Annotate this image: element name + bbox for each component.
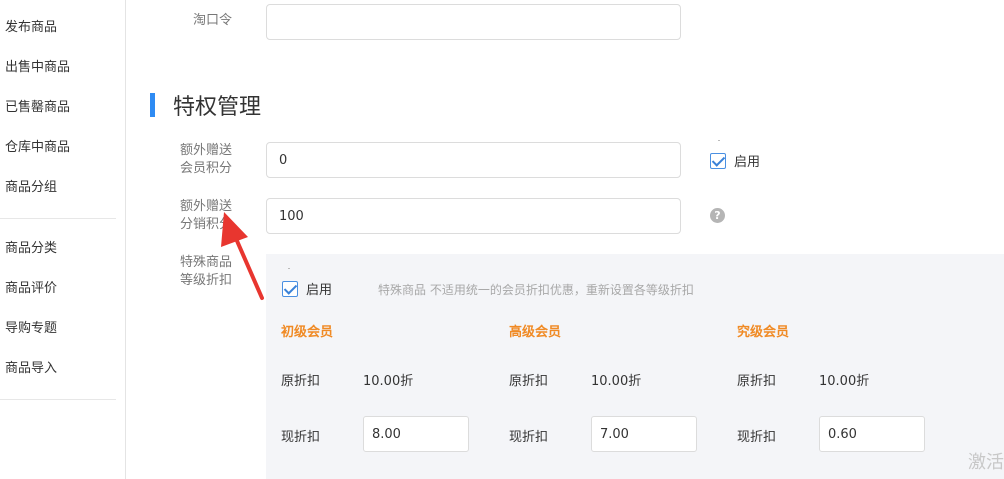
main-content: 淘口令 特权管理 额外赠送 会员积分 启用 额外赠送 分销积分 ? 特殊商品 等… [132,0,1004,479]
original-discount-value: 10.00折 [363,374,414,389]
dist-points-label: 额外赠送 分销积分 [179,199,232,232]
current-discount-label: 现折扣 [281,430,321,445]
sidebar-item-reviews[interactable]: 商品评价 [5,281,57,297]
sidebar-item-import[interactable]: 商品导入 [5,361,57,377]
level-title-ultimate: 究级会员 [737,325,790,340]
stray-dot [288,268,290,269]
current-discount-label: 现折扣 [737,430,777,445]
section-accent-bar [150,93,155,117]
member-points-input[interactable] [266,142,681,178]
section-privilege: 特权管理 [150,92,262,120]
original-discount-label: 原折扣 [281,374,321,389]
sidebar-item-topics[interactable]: 导购专题 [5,321,57,337]
section-title: 特权管理 [173,95,262,120]
sidebar-item-on-sale[interactable]: 出售中商品 [5,60,70,76]
special-discount-panel: 启用 特殊商品 不适用统一的会员折扣优惠，重新设置各等级折扣 初级会员 原折扣 … [266,254,1004,479]
member-points-enable[interactable]: 启用 [710,151,760,170]
level-title-senior: 高级会员 [509,325,562,340]
special-enable-label: 启用 [306,283,333,298]
special-discount-label: 特殊商品 等级折扣 [179,255,232,288]
activation-watermark: 激活 [968,452,1004,473]
dist-points-input[interactable] [266,198,681,234]
original-discount-value: 10.00折 [819,374,870,389]
current-discount-input-ultimate[interactable] [819,416,925,452]
sidebar-item-sold-out[interactable]: 已售罄商品 [5,100,70,116]
special-hint: 特殊商品 不适用统一的会员折扣优惠，重新设置各等级折扣 [378,283,694,297]
sidebar-divider [0,218,116,219]
current-discount-label: 现折扣 [509,430,549,445]
sidebar-item-warehouse[interactable]: 仓库中商品 [5,140,70,156]
stray-dot [718,140,720,141]
level-title-junior: 初级会员 [281,325,334,340]
taokouling-input[interactable] [266,4,681,40]
current-discount-input-senior[interactable] [591,416,697,452]
taokouling-label: 淘口令 [192,13,232,28]
sidebar-item-categories[interactable]: 商品分类 [5,241,57,257]
member-points-checkbox[interactable] [710,152,726,169]
sidebar-item-groups[interactable]: 商品分组 [5,180,57,196]
original-discount-value: 10.00折 [591,374,642,389]
question-circle-icon[interactable]: ? [710,208,725,223]
sidebar-item-publish[interactable]: 发布商品 [5,20,57,36]
special-enable-checkbox[interactable] [282,280,298,297]
sidebar-divider [0,399,116,400]
member-points-enable-label: 启用 [734,155,761,170]
sidebar: 发布商品 出售中商品 已售罄商品 仓库中商品 商品分组 商品分类 商品评价 导购… [0,0,126,479]
original-discount-label: 原折扣 [737,374,777,389]
current-discount-input-junior[interactable] [363,416,469,452]
original-discount-label: 原折扣 [509,374,549,389]
member-points-label: 额外赠送 会员积分 [179,143,232,176]
special-enable[interactable]: 启用 [282,279,332,298]
